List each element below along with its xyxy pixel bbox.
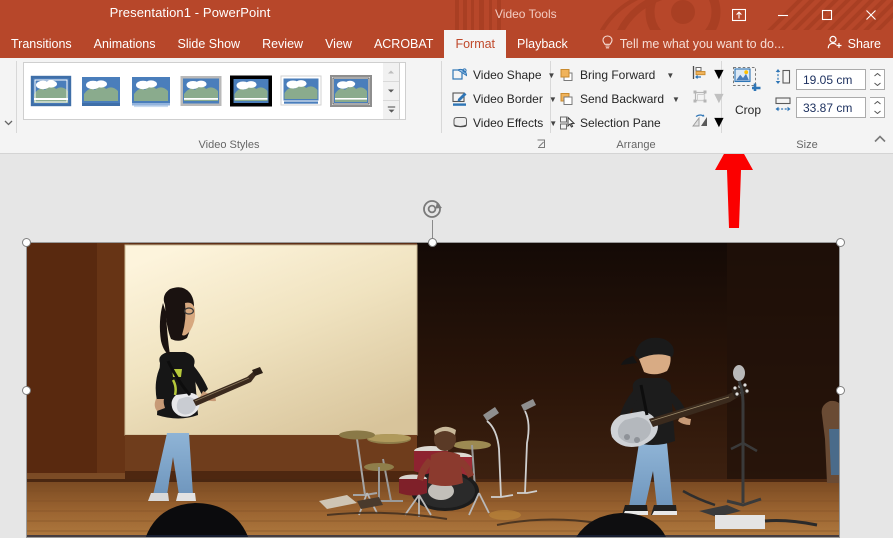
tell-me-text: Tell me what you want to do...	[619, 37, 785, 51]
group-label-video-styles: Video Styles	[198, 139, 260, 151]
ribbon-tab-strip: Transitions Animations Slide Show Review…	[0, 30, 893, 58]
video-style-item[interactable]	[79, 74, 123, 108]
video-border-label: Video Border	[473, 92, 543, 106]
handle-middle-right	[836, 386, 845, 395]
powerpoint-window: Presentation1 - PowerPoint Video Tools T…	[0, 0, 893, 538]
share-person-icon	[827, 35, 843, 53]
minimize-icon[interactable]	[761, 0, 805, 30]
shape-height-icon	[774, 68, 792, 91]
crop-label: Crop	[734, 103, 761, 117]
shape-width-spinner[interactable]	[870, 97, 885, 118]
share-label: Share	[847, 37, 881, 51]
selection-pane-icon	[559, 115, 575, 131]
video-effects-button[interactable]: Video Effects ▼	[448, 112, 561, 134]
chevron-down-icon[interactable]: ▼	[666, 71, 674, 80]
contextual-tools-label: Video Tools	[495, 7, 557, 21]
tab-acrobat[interactable]: ACROBAT	[363, 30, 445, 58]
handle-top-right	[836, 238, 845, 247]
video-shape-button[interactable]: Video Shape ▼	[448, 64, 561, 86]
ribbon-group-size: Crop 19.05 cm 33.87 cm Size	[722, 58, 892, 154]
send-backward-label: Send Backward	[580, 92, 665, 106]
share-button[interactable]: Share	[821, 33, 887, 55]
video-style-item[interactable]	[29, 74, 73, 108]
ribbon-group-video-styles: Video Styles	[17, 58, 441, 154]
tell-me-search[interactable]: Tell me what you want to do...	[601, 30, 785, 58]
dialog-launcher-icon[interactable]	[536, 139, 546, 152]
spinner-down-icon[interactable]	[870, 108, 884, 118]
maximize-icon[interactable]	[805, 0, 849, 30]
group-label-arrange: Arrange	[616, 139, 656, 151]
send-backward-button[interactable]: Send Backward ▼	[555, 88, 684, 110]
crop-icon	[732, 66, 764, 101]
tab-view[interactable]: View	[314, 30, 363, 58]
shape-width-row: 33.87 cm	[774, 96, 885, 119]
video-placeholder[interactable]	[26, 242, 840, 538]
spinner-up-icon[interactable]	[870, 70, 884, 80]
handle-top-center	[428, 238, 437, 247]
video-style-item[interactable]	[329, 74, 373, 108]
tab-format[interactable]: Format	[444, 30, 507, 58]
shape-width-input[interactable]: 33.87 cm	[796, 97, 866, 118]
video-style-item[interactable]	[129, 74, 173, 108]
spinner-down-icon[interactable]	[870, 80, 884, 90]
tab-animations[interactable]: Animations	[83, 30, 167, 58]
tab-review[interactable]: Review	[251, 30, 314, 58]
chevron-down-icon[interactable]: ▼	[672, 95, 680, 104]
ribbon: Video Styles Video Shape ▼ Video Border …	[0, 58, 893, 154]
window-title: Presentation1 - PowerPoint	[109, 5, 271, 20]
video-style-item[interactable]	[279, 74, 323, 108]
rotate-icon	[692, 113, 708, 134]
group-label-size: Size	[796, 139, 818, 151]
scroll-down-icon[interactable]	[383, 82, 399, 101]
video-styles-gallery[interactable]	[23, 62, 406, 120]
title-bar: Presentation1 - PowerPoint Video Tools	[0, 0, 893, 30]
ribbon-group-adjust: Video Shape ▼ Video Border ▼ Video Effec…	[442, 58, 557, 154]
scroll-up-icon[interactable]	[383, 63, 399, 82]
shape-height-spinner[interactable]	[870, 69, 885, 90]
handle-middle-left	[22, 386, 31, 395]
collapse-ribbon-icon[interactable]	[873, 131, 887, 149]
spinner-up-icon[interactable]	[870, 98, 884, 108]
selection-pane-label: Selection Pane	[580, 116, 661, 130]
bring-forward-label: Bring Forward	[580, 68, 656, 82]
ribbon-display-options-icon[interactable]	[717, 0, 761, 30]
gallery-scroll-buttons	[383, 62, 400, 120]
close-icon[interactable]	[849, 0, 893, 30]
align-icon	[692, 65, 708, 86]
ribbon-group-arrange: Bring Forward ▼ Send Backward ▼ Selectio…	[551, 58, 727, 154]
more-styles-icon[interactable]	[383, 101, 399, 119]
selection-pane-button[interactable]: Selection Pane	[555, 112, 684, 134]
video-effects-label: Video Effects	[473, 116, 544, 130]
bring-forward-icon	[559, 67, 575, 83]
tab-playback[interactable]: Playback	[506, 30, 579, 58]
video-border-icon	[452, 91, 468, 107]
video-shape-label: Video Shape	[473, 68, 542, 82]
video-frame-content	[27, 243, 839, 537]
red-arrow-annotation	[715, 154, 753, 228]
send-backward-icon	[559, 91, 575, 107]
crop-button[interactable]: Crop	[722, 62, 774, 117]
slide-canvas[interactable]	[0, 154, 893, 538]
shape-height-input[interactable]: 19.05 cm	[796, 69, 866, 90]
shape-height-row: 19.05 cm	[774, 68, 885, 91]
video-border-button[interactable]: Video Border ▼	[448, 88, 561, 110]
shape-width-icon	[774, 96, 792, 119]
video-style-item-selected[interactable]	[229, 74, 273, 108]
video-shape-icon	[452, 67, 468, 83]
handle-top-left	[22, 238, 31, 247]
lightbulb-icon	[601, 35, 614, 53]
bring-forward-button[interactable]: Bring Forward ▼	[555, 64, 684, 86]
window-controls	[717, 0, 893, 30]
rotation-handle-icon[interactable]	[421, 198, 447, 225]
group-icon	[692, 89, 708, 110]
ribbon-overflow-icon[interactable]	[0, 58, 16, 153]
tab-transitions[interactable]: Transitions	[0, 30, 83, 58]
video-effects-icon	[452, 115, 468, 131]
tab-slide-show[interactable]: Slide Show	[167, 30, 252, 58]
video-style-item[interactable]	[179, 74, 223, 108]
